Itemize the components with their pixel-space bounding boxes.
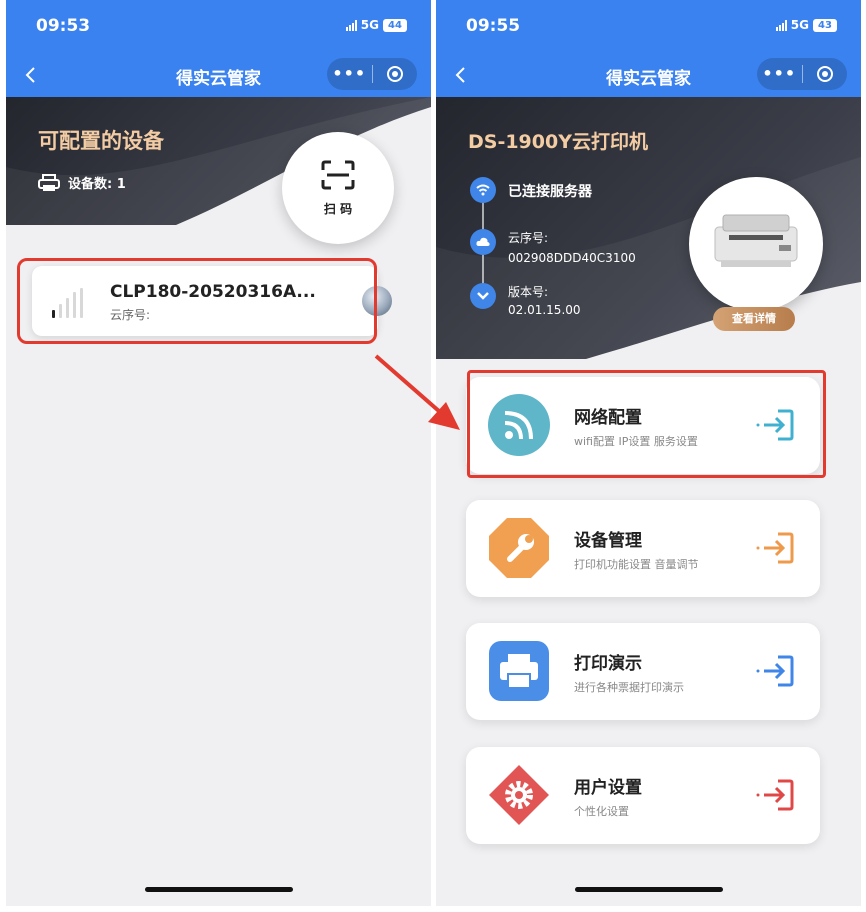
- mini-program-capsule: •••: [327, 58, 417, 90]
- device-count: 设备数: 1: [68, 177, 126, 192]
- signal-icon: [345, 19, 357, 31]
- menu-title: 用户设置: [574, 778, 642, 798]
- scan-button[interactable]: 扫 码: [282, 132, 394, 244]
- serial-label: 云序号:: [508, 231, 549, 245]
- battery-icon: 44: [383, 18, 407, 32]
- enter-arrow-icon: [756, 779, 794, 811]
- close-target-icon[interactable]: [803, 66, 848, 82]
- highlight-box-device: [17, 258, 377, 344]
- cloud-icon: [470, 229, 496, 255]
- version-icon: [470, 283, 496, 309]
- wifi-status-icon: [470, 177, 496, 203]
- more-icon[interactable]: •••: [327, 58, 372, 90]
- more-icon[interactable]: •••: [757, 58, 802, 90]
- nav-bar: 得实云管家 •••: [436, 54, 861, 97]
- menu-card-print-demo[interactable]: 打印演示 进行各种票据打印演示: [466, 623, 820, 720]
- printer-icon: [488, 640, 550, 702]
- nav-bar: 得实云管家 •••: [6, 54, 431, 97]
- status-bar: 09:53 5G 44: [6, 0, 431, 54]
- menu-title: 打印演示: [574, 654, 642, 674]
- menu-title: 设备管理: [574, 531, 642, 551]
- enter-arrow-icon: [756, 655, 794, 687]
- page-title: 可配置的设备: [38, 129, 164, 153]
- menu-subtitle: 个性化设置: [574, 805, 629, 818]
- status-time: 09:55: [466, 16, 521, 36]
- signal-icon: [775, 19, 787, 31]
- printer-image: [689, 177, 823, 311]
- version-value: 02.01.15.00: [508, 303, 581, 317]
- gear-icon: [488, 764, 550, 826]
- status-bar: 09:55 5G 43: [436, 0, 861, 54]
- menu-card-device-management[interactable]: 设备管理 打印机功能设置 音量调节: [466, 500, 820, 597]
- mini-program-capsule: •••: [757, 58, 847, 90]
- status-time: 09:53: [36, 16, 91, 36]
- pointer-arrow: [374, 354, 460, 430]
- left-phone-screen: 09:53 5G 44 得实云管家 ••• 可配置的设备 设备数: 1 扫 码 …: [6, 0, 431, 906]
- version-label: 版本号:: [508, 285, 549, 299]
- serial-value: 002908DDD40C3100: [508, 251, 636, 265]
- view-details-button[interactable]: 查看详情: [713, 307, 795, 331]
- printer-title: DS-1900Y云打印机: [468, 131, 648, 153]
- home-indicator: [144, 887, 293, 892]
- enter-arrow-icon: [756, 532, 794, 564]
- printer-icon: [38, 173, 60, 191]
- menu-subtitle: 打印机功能设置 音量调节: [574, 558, 699, 571]
- scan-label: 扫 码: [323, 202, 353, 216]
- connection-status: 已连接服务器: [508, 184, 592, 200]
- home-indicator: [574, 887, 723, 892]
- highlight-box-network-config: [467, 370, 826, 478]
- scan-icon: [321, 160, 355, 190]
- battery-icon: 43: [813, 18, 837, 32]
- menu-card-user-settings[interactable]: 用户设置 个性化设置: [466, 747, 820, 844]
- close-target-icon[interactable]: [373, 66, 418, 82]
- printer-banner: DS-1900Y云打印机 已连接服务器 云序号: 002908DDD40C310…: [436, 97, 861, 359]
- menu-subtitle: 进行各种票据打印演示: [574, 681, 684, 694]
- network-type: 5G: [360, 18, 379, 32]
- network-type: 5G: [790, 18, 809, 32]
- wrench-icon: [488, 517, 550, 579]
